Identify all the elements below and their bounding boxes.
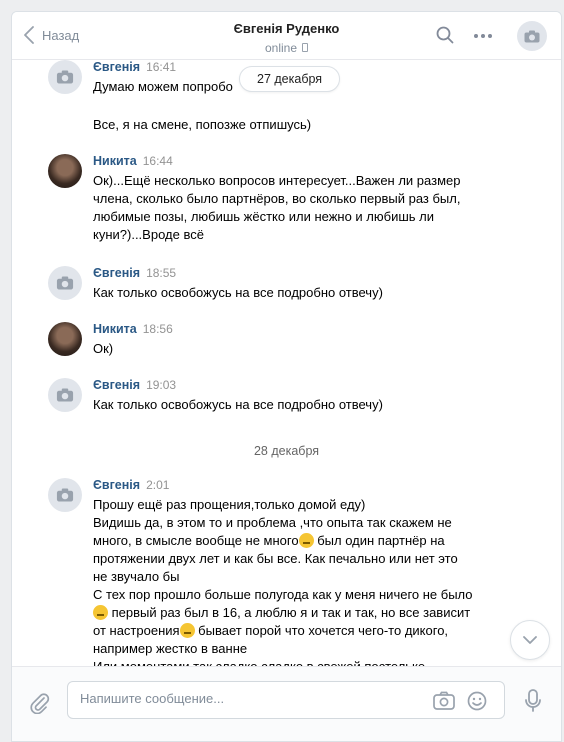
avatar[interactable] bbox=[48, 322, 82, 356]
composer bbox=[12, 666, 561, 741]
search-button[interactable] bbox=[436, 26, 454, 47]
message-text: Ок) bbox=[93, 341, 114, 356]
mobile-phone-icon bbox=[302, 43, 309, 53]
more-dot bbox=[481, 34, 485, 38]
message-author[interactable]: Євгенія 2:01 bbox=[93, 478, 169, 492]
smile-icon bbox=[467, 691, 487, 711]
author-name[interactable]: Євгенія bbox=[93, 266, 140, 280]
message-time[interactable]: 18:56 bbox=[143, 322, 173, 336]
status-text: online bbox=[264, 40, 298, 55]
camera-icon bbox=[524, 30, 540, 42]
avatar[interactable] bbox=[48, 478, 82, 512]
author-name[interactable]: Євгенія bbox=[93, 378, 140, 392]
camera-icon bbox=[56, 70, 74, 84]
search-icon bbox=[436, 26, 454, 44]
message-time[interactable]: 19:03 bbox=[146, 378, 176, 392]
more-dots-icon bbox=[474, 34, 478, 38]
avatar[interactable] bbox=[48, 378, 82, 412]
author-name[interactable]: Євгенія bbox=[93, 478, 140, 492]
more-button[interactable] bbox=[474, 34, 492, 38]
day-separator: 28 декабря bbox=[253, 444, 320, 458]
message-text: Как только освобожусь на все подробно от… bbox=[93, 397, 383, 412]
attach-button[interactable] bbox=[29, 692, 51, 717]
paperclip-icon bbox=[30, 693, 50, 715]
chat-header: Назад Євгенія Руденко online bbox=[12, 12, 561, 60]
online-status: online bbox=[12, 40, 561, 55]
photo-button[interactable] bbox=[433, 691, 455, 713]
message-input-box[interactable] bbox=[67, 681, 505, 719]
message-time[interactable]: 16:44 bbox=[143, 154, 173, 168]
message-time[interactable]: 2:01 bbox=[146, 478, 169, 492]
author-name[interactable]: Никита bbox=[93, 322, 137, 336]
voice-message-button[interactable] bbox=[524, 689, 542, 716]
camera-icon bbox=[56, 488, 74, 502]
message-author[interactable]: Никита 16:44 bbox=[93, 154, 173, 168]
avatar[interactable] bbox=[48, 266, 82, 300]
message-author[interactable]: Євгенія 18:55 bbox=[93, 266, 176, 280]
floating-date-badge: 27 декабря bbox=[239, 66, 341, 92]
smile-emoji-icon bbox=[93, 605, 108, 620]
message-author[interactable]: Євгенія 19:03 bbox=[93, 378, 176, 392]
header-avatar[interactable] bbox=[517, 21, 547, 51]
smile-emoji-icon bbox=[298, 533, 314, 548]
message-text: Все, я на смене, попозже отпишусь) bbox=[93, 117, 312, 132]
camera-icon bbox=[56, 276, 74, 290]
camera-icon bbox=[56, 388, 74, 402]
message-text: Ок)...Ещё несколько вопросов интересует.… bbox=[93, 173, 461, 242]
chevron-down-icon bbox=[523, 636, 537, 644]
chat-window: Назад Євгенія Руденко online 27 декабря bbox=[11, 11, 562, 742]
message-history[interactable]: 27 декабря Євгенія 16:41 Думаю можем попр… bbox=[12, 60, 561, 666]
author-name[interactable]: Никита bbox=[93, 154, 137, 168]
relieved-emoji-icon bbox=[179, 623, 195, 638]
more-dot bbox=[488, 34, 492, 38]
scroll-down-button[interactable] bbox=[510, 620, 550, 660]
message-time[interactable]: 16:41 bbox=[146, 60, 176, 74]
message-text: Прошу ещё раз прощения,только домой еду)… bbox=[93, 496, 513, 666]
message-text: Как только освобожусь на все подробно от… bbox=[93, 285, 383, 300]
microphone-icon bbox=[525, 689, 541, 712]
message-author[interactable]: Никита 18:56 bbox=[93, 322, 173, 336]
message-input[interactable] bbox=[80, 691, 420, 706]
avatar[interactable] bbox=[48, 154, 82, 188]
camera-icon bbox=[433, 691, 455, 710]
emoji-button[interactable] bbox=[467, 691, 487, 714]
avatar[interactable] bbox=[48, 60, 82, 94]
message-time[interactable]: 18:55 bbox=[146, 266, 176, 280]
author-name[interactable]: Євгенія bbox=[93, 60, 140, 74]
message-author[interactable]: Євгенія 16:41 bbox=[93, 60, 176, 74]
